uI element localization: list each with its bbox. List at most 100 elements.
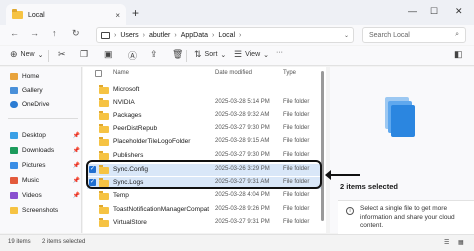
info-icon: i xyxy=(346,207,354,215)
table-row[interactable]: Temp 2025-03-28 4:04 PM File folder xyxy=(87,190,323,202)
folder-icon xyxy=(10,207,18,214)
pin-icon[interactable]: 📌 xyxy=(73,147,80,154)
sidebar-item-pictures[interactable]: Pictures 📌 xyxy=(10,162,80,169)
chevron-down-icon: ⌄ xyxy=(263,51,269,59)
status-bar: 19 items 2 items selected ☰ ▦ xyxy=(0,234,474,251)
folder-icon xyxy=(99,137,109,146)
music-icon xyxy=(10,177,18,184)
select-all-checkbox[interactable] xyxy=(95,70,102,77)
new-button[interactable]: ⊕ New ⌄ xyxy=(10,49,43,60)
video-icon xyxy=(10,192,18,199)
delete-icon[interactable]: 🗑 xyxy=(172,49,183,60)
list-view-icon[interactable]: ☰ xyxy=(444,239,449,246)
computer-icon xyxy=(101,31,110,39)
chevron-down-icon: ⌄ xyxy=(37,51,44,59)
desktop-icon xyxy=(10,132,18,139)
breadcrumb-abutler[interactable]: abutler xyxy=(149,32,170,39)
chevron-down-icon[interactable]: ⌄ xyxy=(344,32,349,39)
folder-icon xyxy=(99,98,109,107)
scrollbar-thumb[interactable] xyxy=(321,71,324,221)
view-button[interactable]: ☰ View ⌄ xyxy=(234,49,269,60)
sidebar-item-onedrive[interactable]: OneDrive xyxy=(10,101,80,108)
tab-local[interactable]: Local × xyxy=(6,4,126,26)
table-row[interactable]: VirtualStore 2025-03-27 9:31 PM File fol… xyxy=(87,217,323,229)
sidebar-item-downloads[interactable]: Downloads 📌 xyxy=(10,147,80,154)
folder-icon xyxy=(99,111,109,120)
sort-button[interactable]: ⇅ Sort ⌄ xyxy=(194,49,226,60)
table-row[interactable]: Microsoft xyxy=(87,84,323,96)
breadcrumb-appdata[interactable]: AppData xyxy=(181,32,208,39)
sort-icon: ⇅ xyxy=(194,49,202,59)
breadcrumb-local[interactable]: Local xyxy=(218,32,235,39)
selection-annotation: 2 items selected xyxy=(340,182,398,191)
cut-icon[interactable]: ✂ xyxy=(58,49,66,60)
chevron-down-icon: ⌄ xyxy=(220,51,227,59)
table-row[interactable]: ToastNotificationManagerCompat 2025-03-2… xyxy=(87,204,323,216)
sidebar-item-screenshots[interactable]: Screenshots xyxy=(10,207,80,214)
sidebar-item-videos[interactable]: Videos 📌 xyxy=(10,192,80,199)
up-arrow-icon[interactable]: ↑ xyxy=(52,28,57,38)
folder-icon xyxy=(99,218,109,227)
table-row[interactable]: NVIDIA 2025-03-28 5:14 PM File folder xyxy=(87,97,323,109)
title-bar: Local × + — ☐ ✕ xyxy=(0,0,474,28)
search-input[interactable]: Search Local ⌕ xyxy=(362,27,466,43)
table-row[interactable]: PlaceholderTileLogoFolder 2025-03-28 9:1… xyxy=(87,136,323,148)
refresh-icon[interactable]: ↻ xyxy=(72,28,80,39)
share-icon[interactable]: ⇪ xyxy=(150,49,158,60)
details-pane-icon[interactable]: ◧ xyxy=(454,49,463,60)
selection-highlight-outline xyxy=(86,160,322,189)
copy-icon[interactable]: ❐ xyxy=(80,49,88,60)
gallery-icon xyxy=(10,87,18,94)
sidebar-item-desktop[interactable]: Desktop 📌 xyxy=(10,132,80,139)
folder-icon xyxy=(99,191,109,200)
folder-icon xyxy=(99,124,109,133)
breadcrumb[interactable]: › Users › abutler › AppData › Local › ⌄ xyxy=(96,27,354,43)
download-icon xyxy=(10,147,18,154)
column-header-name[interactable]: Name xyxy=(113,70,129,76)
folder-icon xyxy=(99,151,109,160)
minimize-button[interactable]: — xyxy=(408,6,417,16)
search-icon: ⌕ xyxy=(455,31,459,38)
pin-icon[interactable]: 📌 xyxy=(73,192,80,199)
selected-count: 2 items selected xyxy=(42,239,86,245)
table-row[interactable]: PeerDistRepub 2025-03-27 9:30 PM File fo… xyxy=(87,123,323,135)
tile-view-icon[interactable]: ▦ xyxy=(458,239,464,246)
view-icon: ☰ xyxy=(234,49,243,59)
item-count: 19 items xyxy=(8,239,31,245)
pin-icon[interactable]: 📌 xyxy=(73,177,80,184)
pictures-icon xyxy=(10,162,18,169)
scrollbar[interactable] xyxy=(320,67,325,233)
maximize-button[interactable]: ☐ xyxy=(430,6,438,17)
cloud-icon xyxy=(10,101,18,108)
file-list: Name Date modified Type Microsoft NVIDIA… xyxy=(83,67,326,233)
details-info-text: Select a single file to get more informa… xyxy=(360,205,455,229)
plus-icon: ⊕ xyxy=(10,49,18,59)
forward-arrow-icon[interactable]: → xyxy=(30,28,39,38)
tab-label: Local xyxy=(28,11,45,19)
back-arrow-icon[interactable]: ← xyxy=(10,28,19,38)
close-tab-icon[interactable]: × xyxy=(115,11,120,20)
pin-icon[interactable]: 📌 xyxy=(73,132,80,139)
sidebar-item-home[interactable]: Home xyxy=(10,73,80,80)
new-tab-button[interactable]: + xyxy=(132,6,139,20)
pin-icon[interactable]: 📌 xyxy=(73,162,80,169)
folder-icon xyxy=(99,85,109,94)
file-explorer-window: Local × + — ☐ ✕ ← → ↑ ↻ › Users › abutle… xyxy=(0,0,474,251)
close-window-button[interactable]: ✕ xyxy=(455,6,463,17)
search-placeholder: Search Local xyxy=(369,31,410,39)
home-icon xyxy=(10,73,18,80)
table-row[interactable]: Packages 2025-03-28 9:32 AM File folder xyxy=(87,110,323,122)
address-row: ← → ↑ ↻ › Users › abutler › AppData › Lo… xyxy=(0,25,474,45)
sidebar-item-gallery[interactable]: Gallery xyxy=(10,87,80,94)
column-header-date[interactable]: Date modified xyxy=(215,70,252,76)
rename-icon[interactable]: Ⓐ xyxy=(128,49,137,62)
command-bar: ⊕ New ⌄ ✂ ❐ ▣ Ⓐ ⇪ 🗑 ⇅ Sort ⌄ ☰ View ⌄ ··… xyxy=(0,46,474,66)
breadcrumb-users[interactable]: Users xyxy=(120,32,138,39)
paste-icon[interactable]: ▣ xyxy=(104,49,113,60)
annotation-arrow xyxy=(325,170,360,180)
sidebar-item-music[interactable]: Music 📌 xyxy=(10,177,80,184)
folder-icon xyxy=(12,9,23,19)
column-header-type[interactable]: Type xyxy=(283,70,296,76)
more-options-button[interactable]: ··· xyxy=(276,49,283,56)
multiple-folders-icon xyxy=(385,97,415,137)
